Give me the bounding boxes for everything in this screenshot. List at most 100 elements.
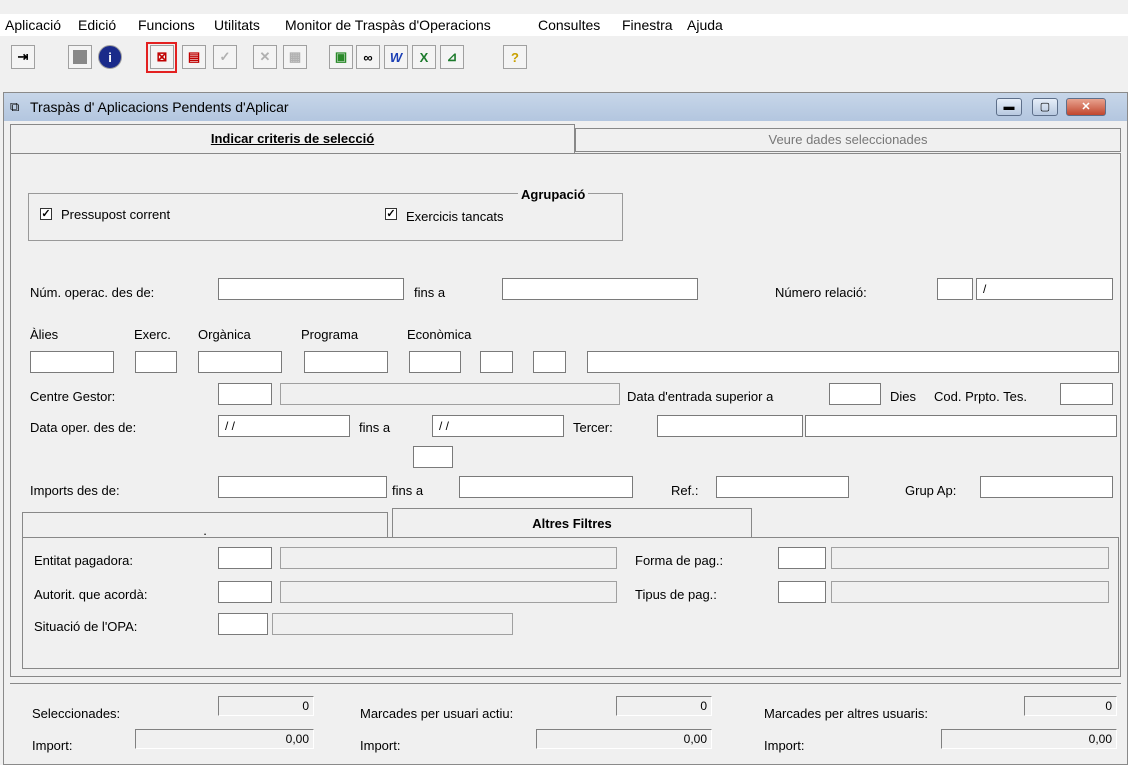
relation-number-label: Número relació: (775, 285, 867, 300)
center-code-field[interactable] (218, 383, 272, 405)
payer-label: Entitat pagadora: (34, 553, 134, 568)
center-description-field (280, 383, 620, 405)
subtab-first[interactable]: . (22, 512, 388, 538)
marked-active-count: 0 (616, 696, 712, 716)
small-code-field[interactable] (413, 446, 453, 468)
marked-others-count: 0 (1024, 696, 1117, 716)
selected-label: Seleccionades: (32, 706, 121, 721)
exercise-field[interactable] (135, 351, 177, 373)
add-records-icon[interactable]: ▤ (182, 45, 206, 69)
excel-icon[interactable]: X (412, 45, 436, 69)
economic-field-3[interactable] (533, 351, 566, 373)
grid-icon[interactable]: ▦ (283, 45, 307, 69)
economic-field-1[interactable] (409, 351, 461, 373)
exit-icon[interactable]: ⇥ (11, 45, 35, 69)
menu-edicio[interactable]: Edició (78, 17, 116, 33)
help-icon[interactable]: ? (503, 45, 527, 69)
window-title: Traspàs d' Aplicacions Pendents d'Aplica… (30, 99, 289, 115)
economic-field-2[interactable] (480, 351, 513, 373)
menu-utilitats[interactable]: Utilitats (214, 17, 260, 33)
status-label: Situació de l'OPA: (34, 619, 138, 634)
pay-type-label: Tipus de pag.: (635, 587, 717, 602)
current-budget-checkbox[interactable]: ✓ (40, 208, 52, 220)
info-icon[interactable]: i (98, 45, 122, 69)
menu-funcions[interactable]: Funcions (138, 17, 195, 33)
menu-ajuda[interactable]: Ajuda (687, 17, 723, 33)
status-description-field (272, 613, 513, 635)
chart-icon[interactable]: ⊿ (440, 45, 464, 69)
report-icon[interactable]: ▣ (329, 45, 353, 69)
op-from-label: Núm. operac. des de: (30, 285, 155, 300)
mark-records-icon[interactable]: ⊠ (150, 45, 174, 69)
closed-years-checkbox[interactable]: ✓ (385, 208, 397, 220)
cod-label: Cod. Prpto. Tes. (934, 389, 1027, 404)
amount-value-3: 0,00 (941, 729, 1117, 749)
pay-form-label: Forma de pag.: (635, 553, 724, 568)
relation-number-field[interactable]: / (976, 278, 1113, 300)
payer-code-field[interactable] (218, 547, 272, 569)
minimize-icon[interactable]: ▬ (996, 98, 1022, 116)
close-icon[interactable]: ✕ (1066, 98, 1106, 116)
amount-to-field[interactable] (459, 476, 633, 498)
authority-label: Autorit. que acordà: (34, 587, 148, 602)
op-to-label: fins a (414, 285, 446, 300)
menu-bar: Aplicació Edició Funcions Utilitats Moni… (0, 14, 1128, 36)
pay-form-description-field (831, 547, 1109, 569)
closed-years-label: Exercicis tancats (406, 209, 504, 224)
payer-description-field (280, 547, 617, 569)
pay-type-code-field[interactable] (778, 581, 826, 603)
stop-icon[interactable] (68, 45, 92, 69)
group-label: Grup Ap: (905, 483, 957, 498)
ref-field[interactable] (716, 476, 849, 498)
third-label: Tercer: (573, 420, 613, 435)
cancel-icon[interactable]: ✕ (253, 45, 277, 69)
date-from-field[interactable]: / / (218, 415, 350, 437)
tab-selected-data[interactable]: Veure dades seleccionades (575, 128, 1121, 152)
date-to-field[interactable]: / / (432, 415, 564, 437)
ref-label: Ref.: (671, 483, 699, 498)
word-icon[interactable]: W (384, 45, 408, 69)
status-code-field[interactable] (218, 613, 268, 635)
economic-description-field[interactable] (587, 351, 1119, 373)
economic-label: Econòmica (407, 327, 472, 342)
amount-from-label: Imports des de: (30, 483, 120, 498)
entry-days-field[interactable] (829, 383, 881, 405)
amount-value-2: 0,00 (536, 729, 712, 749)
amount-label-2: Import: (360, 738, 401, 753)
menu-consultes[interactable]: Consultes (538, 17, 600, 33)
binoculars-icon[interactable]: ∞ (356, 45, 380, 69)
menu-monitor[interactable]: Monitor de Traspàs d'Operacions (285, 17, 491, 33)
op-from-field[interactable] (218, 278, 404, 300)
days-label: Dies (890, 389, 917, 404)
tab-criteria[interactable]: Indicar criteris de selecció (10, 124, 575, 154)
program-field[interactable] (304, 351, 388, 373)
marked-others-label: Marcades per altres usuaris: (764, 706, 929, 721)
maximize-icon[interactable]: ▢ (1032, 98, 1058, 116)
toolbar: ⇥ i ⊠ ▤ ✓ ✕ ▦ ▣ ∞ W X ⊿ ? (0, 38, 1128, 80)
check-icon[interactable]: ✓ (213, 45, 237, 69)
menu-aplicacio[interactable]: Aplicació (5, 17, 61, 33)
group-field[interactable] (980, 476, 1113, 498)
alias-label: Àlies (30, 327, 59, 342)
subtab-other-filters[interactable]: Altres Filtres (392, 508, 752, 538)
amount-value-1: 0,00 (135, 729, 314, 749)
cod-field[interactable] (1060, 383, 1113, 405)
relation-year-field[interactable] (937, 278, 973, 300)
authority-code-field[interactable] (218, 581, 272, 603)
menu-finestra[interactable]: Finestra (622, 17, 673, 33)
pay-form-code-field[interactable] (778, 547, 826, 569)
exercise-label: Exerc. (134, 327, 171, 342)
amount-label-3: Import: (764, 738, 805, 753)
amount-from-field[interactable] (218, 476, 387, 498)
grouping-title: Agrupació (518, 187, 589, 203)
third-name-field[interactable] (805, 415, 1117, 437)
window-titlebar: ⧉ Traspàs d' Aplicacions Pendents d'Apli… (4, 93, 1127, 121)
child-window: ⧉ Traspàs d' Aplicacions Pendents d'Apli… (3, 92, 1128, 765)
amount-to-label: fins a (392, 483, 424, 498)
alias-field[interactable] (30, 351, 114, 373)
third-code-field[interactable] (657, 415, 803, 437)
op-to-field[interactable] (502, 278, 698, 300)
summary-panel (10, 683, 1121, 764)
program-label: Programa (301, 327, 359, 342)
organic-field[interactable] (198, 351, 282, 373)
